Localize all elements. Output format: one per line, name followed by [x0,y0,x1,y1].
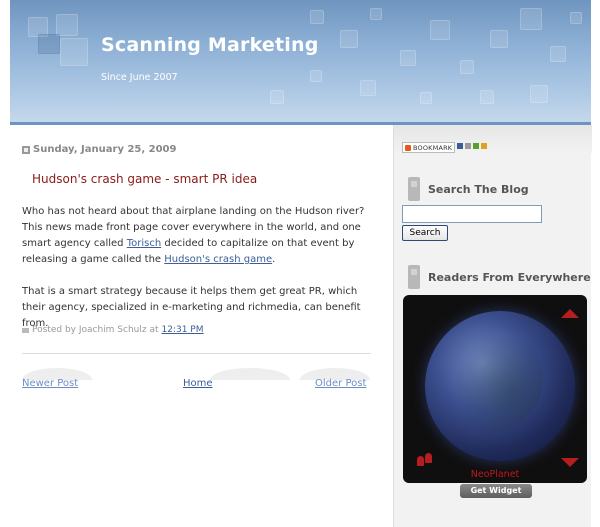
date-header: Sunday, January 25, 2009 [22,144,176,155]
post-footer: Posted by Joachim Schulz at 12:31 PM [22,325,204,335]
neoplanet-globe-widget[interactable]: NeoPlanet [403,295,587,483]
bookmark-service-icons[interactable] [457,143,487,149]
blog-header: Scanning Marketing Since June 2007 [10,0,591,125]
heading-bullet-icon [408,265,420,289]
post-date: Sunday, January 25, 2009 [33,144,177,155]
post-paragraph: Who has not heard about that airplane la… [22,206,365,265]
torisch-link[interactable]: Torisch [127,238,161,249]
page: Scanning Marketing Since June 2007 Sunda… [0,0,600,527]
main-column: Sunday, January 25, 2009 Hudson's crash … [10,128,393,527]
sidebar: BOOKMARK Search The Blog Search Readers … [393,125,592,527]
bookmark-icon [405,144,411,151]
widget-brand[interactable]: NeoPlanet [403,469,587,480]
search-input[interactable] [402,205,542,223]
posted-by-text: Posted by Joachim Schulz at [32,325,159,335]
search-button[interactable]: Search [402,225,448,241]
post-timestamp-link[interactable]: 12:31 PM [162,325,204,335]
date-bullet-icon [22,145,30,154]
blog-description: Since June 2007 [101,72,178,83]
globe-image[interactable] [425,311,575,461]
people-icon[interactable] [417,453,439,467]
get-widget-button[interactable]: Get Widget [460,484,532,498]
post-divider [22,353,371,354]
older-post-link[interactable]: Older Post [315,378,366,389]
home-link[interactable]: Home [183,378,213,389]
newer-post-link[interactable]: Newer Post [22,378,78,389]
search-heading: Search The Blog [408,177,529,201]
post-footer-icon [22,327,29,333]
arrow-up-icon[interactable] [561,309,579,318]
arrow-down-icon[interactable] [561,458,579,467]
readers-heading: Readers From Everywhere [408,265,591,289]
post-title[interactable]: Hudson's crash game - smart PR idea [32,172,257,186]
hudsons-crash-game-link[interactable]: Hudson's crash game [164,254,272,265]
heading-bullet-icon [408,177,420,201]
blog-title[interactable]: Scanning Marketing [101,34,319,56]
bookmark-button[interactable]: BOOKMARK [402,142,456,153]
